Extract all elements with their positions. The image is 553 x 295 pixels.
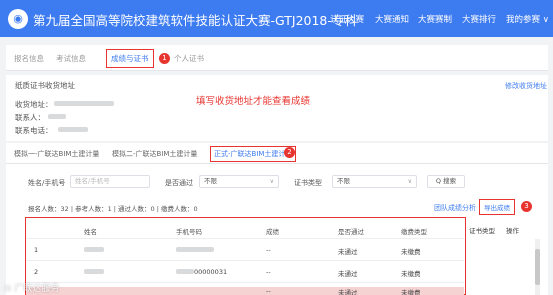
top-nav-bar: ◉ 第九届全国高等院校建筑软件技能认证大赛-GTJ2018-专科 认证大赛 大赛…: [0, 0, 553, 37]
pass-filter-select[interactable]: 不限 ∨: [199, 175, 279, 188]
tab-exam-info[interactable]: 考试信息: [56, 53, 86, 64]
phone-label: 联系电话：: [15, 126, 53, 135]
address-section-title: 纸质证书收货地址: [15, 81, 75, 90]
tab-personal-certificate[interactable]: 个人证书: [174, 53, 204, 64]
nav-ranking[interactable]: 大赛排行: [462, 13, 496, 25]
shipping-address-label: 收货地址：: [15, 100, 53, 109]
col-header-phone: 手机号码: [176, 228, 202, 236]
results-section: 模拟一-广联达BIM土建计量 模拟二-广联达BIM土建计量 正式-广联达BIM土…: [6, 143, 548, 295]
step-badge-2: 2: [284, 147, 295, 158]
row-3-score: --: [266, 287, 271, 295]
chevron-down-icon: ∨: [269, 178, 274, 185]
table-scrollbar[interactable]: [535, 239, 540, 295]
col-header-passed: 是否通过: [338, 228, 364, 236]
row-divider: [26, 282, 464, 283]
nav-rules[interactable]: 大赛赛制: [418, 13, 452, 25]
watermark: ⊙ 广联达服务: [4, 284, 60, 294]
row-3-highlight: [26, 287, 464, 295]
step-badge-1: 1: [159, 53, 170, 64]
address-value-redacted: [54, 101, 114, 106]
phone-value-redacted: [58, 127, 88, 132]
row-2-index: 2: [34, 268, 39, 276]
col-header-payment: 缴费类型: [401, 228, 427, 236]
row-1-payment: 未缴费: [401, 248, 421, 256]
cert-type-filter-value: 不限: [337, 177, 350, 185]
nav-contest[interactable]: 认证大赛: [330, 13, 364, 25]
col-header-score: 成绩: [266, 228, 279, 236]
name-phone-filter-label: 姓名/手机号: [28, 179, 66, 187]
shipping-address-section: 纸质证书收货地址 修改收货地址 收货地址： 联系人： 联系电话： 填写收货地址才…: [6, 75, 548, 141]
row-divider: [26, 260, 464, 261]
header-divider: [26, 238, 464, 239]
row-1-index: 1: [34, 246, 39, 254]
row-1-name-redacted: [84, 247, 104, 252]
contact-label: 联系人：: [15, 113, 45, 122]
name-phone-input[interactable]: 姓名/手机号: [70, 175, 150, 188]
row-1-phone-redacted: [176, 247, 214, 252]
tab-mock-exam-2[interactable]: 模拟二-广联达BIM土建计量: [112, 149, 197, 159]
col-header-name: 姓名: [84, 228, 97, 236]
row-2-passed: 未通过: [338, 270, 358, 278]
scores-table: 姓名 手机号码 成绩 是否通过 缴费类型 1 -- 未通过 未缴费 2 0000…: [25, 217, 466, 295]
row-2-phone-redacted: [176, 269, 194, 274]
contact-value-redacted: [48, 114, 66, 119]
row-2-score: --: [266, 268, 271, 276]
team-analysis-link[interactable]: 团队成绩分析: [434, 203, 476, 213]
export-scores-button[interactable]: 导出成绩: [479, 199, 515, 215]
row-1-score: --: [266, 246, 271, 254]
nav-my-entries[interactable]: 我的参赛 ∨: [506, 13, 549, 25]
row-3-passed: 未通过: [338, 289, 358, 295]
address-required-note: 填写收货地址才能查看成绩: [196, 96, 311, 107]
cert-type-filter-select[interactable]: 不限 ∨: [332, 175, 417, 188]
nav-notices[interactable]: 大赛通知: [375, 13, 409, 25]
tab-mock-exam-1[interactable]: 模拟一-广联达BIM土建计量: [14, 149, 99, 159]
tabs-divider: [6, 163, 548, 164]
cert-type-filter-label: 证书类型: [294, 179, 322, 187]
step-badge-3: 3: [521, 201, 532, 212]
col-header-actions: 操作: [506, 227, 519, 235]
logo-icon: ◉: [8, 9, 28, 29]
col-header-cert-type: 证书类型: [469, 227, 495, 235]
row-2-name-redacted: [84, 269, 104, 274]
search-button[interactable]: Q 搜索: [427, 175, 465, 188]
chevron-down-icon: ∨: [407, 178, 412, 185]
tab-scores-certificates[interactable]: 成绩与证书: [106, 49, 154, 68]
scrollbar-thumb[interactable]: [535, 249, 540, 285]
row-2-phone: 00000031: [194, 268, 228, 276]
row-1-passed: 未通过: [338, 248, 358, 256]
tab-registration-info[interactable]: 报名信息: [14, 53, 44, 64]
row-3-payment: 未缴费: [401, 289, 421, 295]
pass-filter-label: 是否通过: [165, 179, 193, 187]
pass-filter-value: 不限: [204, 177, 217, 185]
row-2-payment: 未缴费: [401, 270, 421, 278]
participation-stats: 报名人数：32 | 参考人数：1 | 通过人数：0 | 缴费人数：0: [28, 205, 198, 213]
edit-address-link[interactable]: 修改收货地址: [505, 81, 547, 91]
app-title: 第九届全国高等院校建筑软件技能认证大赛-GTJ2018-专科: [33, 13, 357, 28]
top-tabs: 报名信息 考试信息 成绩与证书 1 个人证书: [6, 45, 548, 71]
